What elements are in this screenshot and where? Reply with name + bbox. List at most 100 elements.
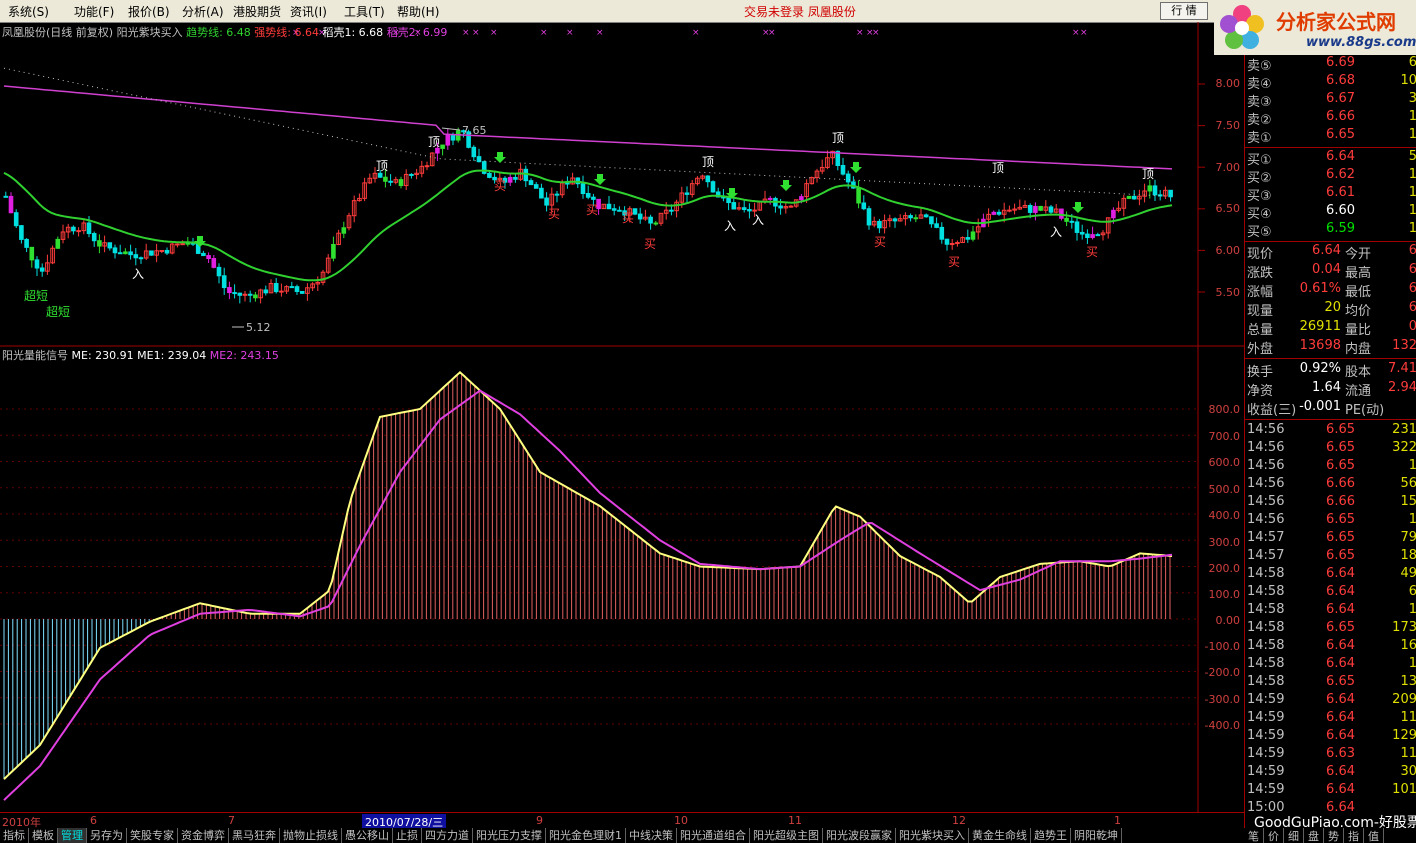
market-button[interactable]: 行 情 (1160, 2, 1208, 20)
candle-body (299, 290, 305, 294)
candle-body (606, 203, 612, 210)
formula-tab[interactable]: 模板 (29, 828, 58, 843)
resistance-line (3, 85, 1173, 170)
candle-body (726, 197, 731, 204)
formula-tab[interactable]: 阳光金色理财1 (546, 828, 626, 843)
formula-tab[interactable]: 黑马狂奔 (229, 828, 280, 843)
top-signal-label: 顶 (832, 131, 844, 145)
me2-line (3, 389, 1173, 801)
formula-tab[interactable]: 中线决策 (626, 828, 677, 843)
buy-signal-label: 买 (948, 255, 960, 269)
menu-tools[interactable]: 工具(T) (344, 3, 385, 20)
date-month-1: 1 (1114, 814, 1121, 827)
menu-info[interactable]: 资讯(I) (290, 3, 327, 20)
volume-tick: 100.0 (1208, 588, 1241, 601)
formula-tab[interactable]: 阳光超级主图 (750, 828, 823, 843)
menu-function[interactable]: 功能(F) (74, 3, 114, 20)
buy-signal-label: 买 (548, 207, 560, 221)
buy-signal-label: 买 (494, 179, 506, 193)
formula-tab[interactable]: 阳光紫块买入 (896, 828, 969, 843)
tick-row: 14:56 6.65 1 (1245, 458, 1416, 476)
menu-quote[interactable]: 报价(B) (128, 3, 170, 20)
tick-row: 14:57 6.65 79 (1245, 530, 1416, 548)
candle-body (341, 227, 347, 234)
stat-value: 132 (1392, 338, 1416, 353)
bid-volume: 1 (1363, 203, 1416, 218)
tick-price: 6.65 (1326, 440, 1355, 455)
menu-analysis[interactable]: 分析(A) (182, 3, 224, 20)
ask-row: 卖② 6.66 1 (1245, 109, 1416, 128)
enter-signal-label: 入 (1050, 225, 1062, 239)
formula-tab[interactable]: 愚公移山 (342, 828, 393, 843)
tick-price: 6.64 (1326, 692, 1355, 707)
tick-row: 14:58 6.64 16 (1245, 638, 1416, 656)
formula-tab[interactable]: 管理 (58, 828, 87, 843)
candle-body (611, 208, 617, 211)
volume-tick: -200.0 (1204, 666, 1240, 679)
brand-logo: 分析家公式网 www.88gs.com (1214, 0, 1416, 55)
stat-value: 0 (1385, 319, 1416, 334)
tick-volume: 173 (1392, 620, 1416, 635)
stat-label: 涨跌 (1247, 266, 1274, 281)
price-tick: 5.50 (1215, 286, 1241, 299)
formula-tab[interactable]: 趋势王 (1031, 828, 1071, 843)
formula-tab[interactable]: 另存为 (87, 828, 127, 843)
bid-price: 6.59 (1326, 221, 1355, 236)
me-line (3, 370, 1173, 780)
bid-label: 买④ (1247, 207, 1272, 222)
down-arrow-icon (780, 180, 792, 191)
signal-markers: 顶顶顶顶顶 顶买买 买买买 买买买入入 入入超短超短7.655.12× × × × × × × × × ×… (24, 28, 1154, 334)
bid-label: 买③ (1247, 189, 1272, 204)
candle-body (175, 243, 180, 246)
menu-help[interactable]: 帮助(H) (397, 3, 439, 20)
stat-value: 20 (1324, 300, 1341, 315)
tick-price: 6.64 (1326, 710, 1355, 725)
formula-tab[interactable]: 抛物止损线 (280, 828, 342, 843)
tick-volume: 209 (1392, 692, 1416, 707)
tick-volume: 56 (1400, 476, 1416, 491)
candle-body (539, 187, 544, 199)
formula-tab[interactable]: 阳光波段赢家 (823, 828, 896, 843)
down-arrow-icon (494, 152, 506, 163)
candle-body (1131, 195, 1137, 200)
candle-body (1027, 204, 1033, 213)
formula-tab[interactable]: 黄金生命线 (969, 828, 1031, 843)
candle-body (211, 258, 217, 268)
stat-row: 现价 6.64 今开 6 (1245, 243, 1416, 262)
formula-tab[interactable]: 笑股专家 (127, 828, 178, 843)
bid-volume: 1 (1363, 185, 1416, 200)
candle-body (741, 207, 747, 211)
candle-body (1095, 234, 1101, 237)
low-price-label: 5.12 (246, 321, 271, 334)
volume-tick: -300.0 (1204, 693, 1240, 706)
formula-tab[interactable]: 止损 (393, 828, 422, 843)
menu-hk-futures[interactable]: 港股期货 (233, 3, 281, 20)
price-tick: 7.00 (1215, 161, 1241, 174)
ask-label: 卖① (1247, 131, 1272, 146)
stat-label: PE(动) (1345, 403, 1385, 418)
ask-row: 卖③ 6.67 3 (1245, 91, 1416, 110)
formula-tab[interactable]: 四方力道 (422, 828, 473, 843)
formula-tab[interactable]: 资金博弈 (178, 828, 229, 843)
candle-body (944, 238, 950, 245)
tick-price: 6.64 (1326, 782, 1355, 797)
formula-tab[interactable]: 阳光压力支撑 (473, 828, 546, 843)
stat-label: 流通 (1345, 384, 1372, 399)
menu-system[interactable]: 系统(S) (8, 3, 49, 20)
tick-price: 6.64 (1326, 584, 1355, 599)
top-signal-label: 顶 (376, 159, 388, 173)
candle-body (450, 134, 456, 141)
top-signal-label: 顶 (1142, 167, 1154, 181)
ask-label: 卖⑤ (1247, 59, 1272, 74)
formula-tab[interactable]: 阴阳乾坤 (1071, 828, 1122, 843)
chart-canvas[interactable]: 顶顶顶顶顶 顶买买 买买买 买买买入入 入入超短超短7.655.12× × × × × × × × × ×… (0, 22, 1244, 812)
candle-body (934, 223, 939, 228)
tick-row: 14:59 6.63 11 (1245, 746, 1416, 764)
candle-body (1090, 234, 1095, 239)
formula-tab[interactable]: 阳光通道组合 (677, 828, 750, 843)
buy-signal-label: 买 (644, 237, 656, 251)
formula-tab[interactable]: 指标 (0, 828, 29, 843)
candle-body (845, 173, 851, 183)
candle-body (1147, 185, 1153, 192)
candle-body (991, 211, 997, 215)
